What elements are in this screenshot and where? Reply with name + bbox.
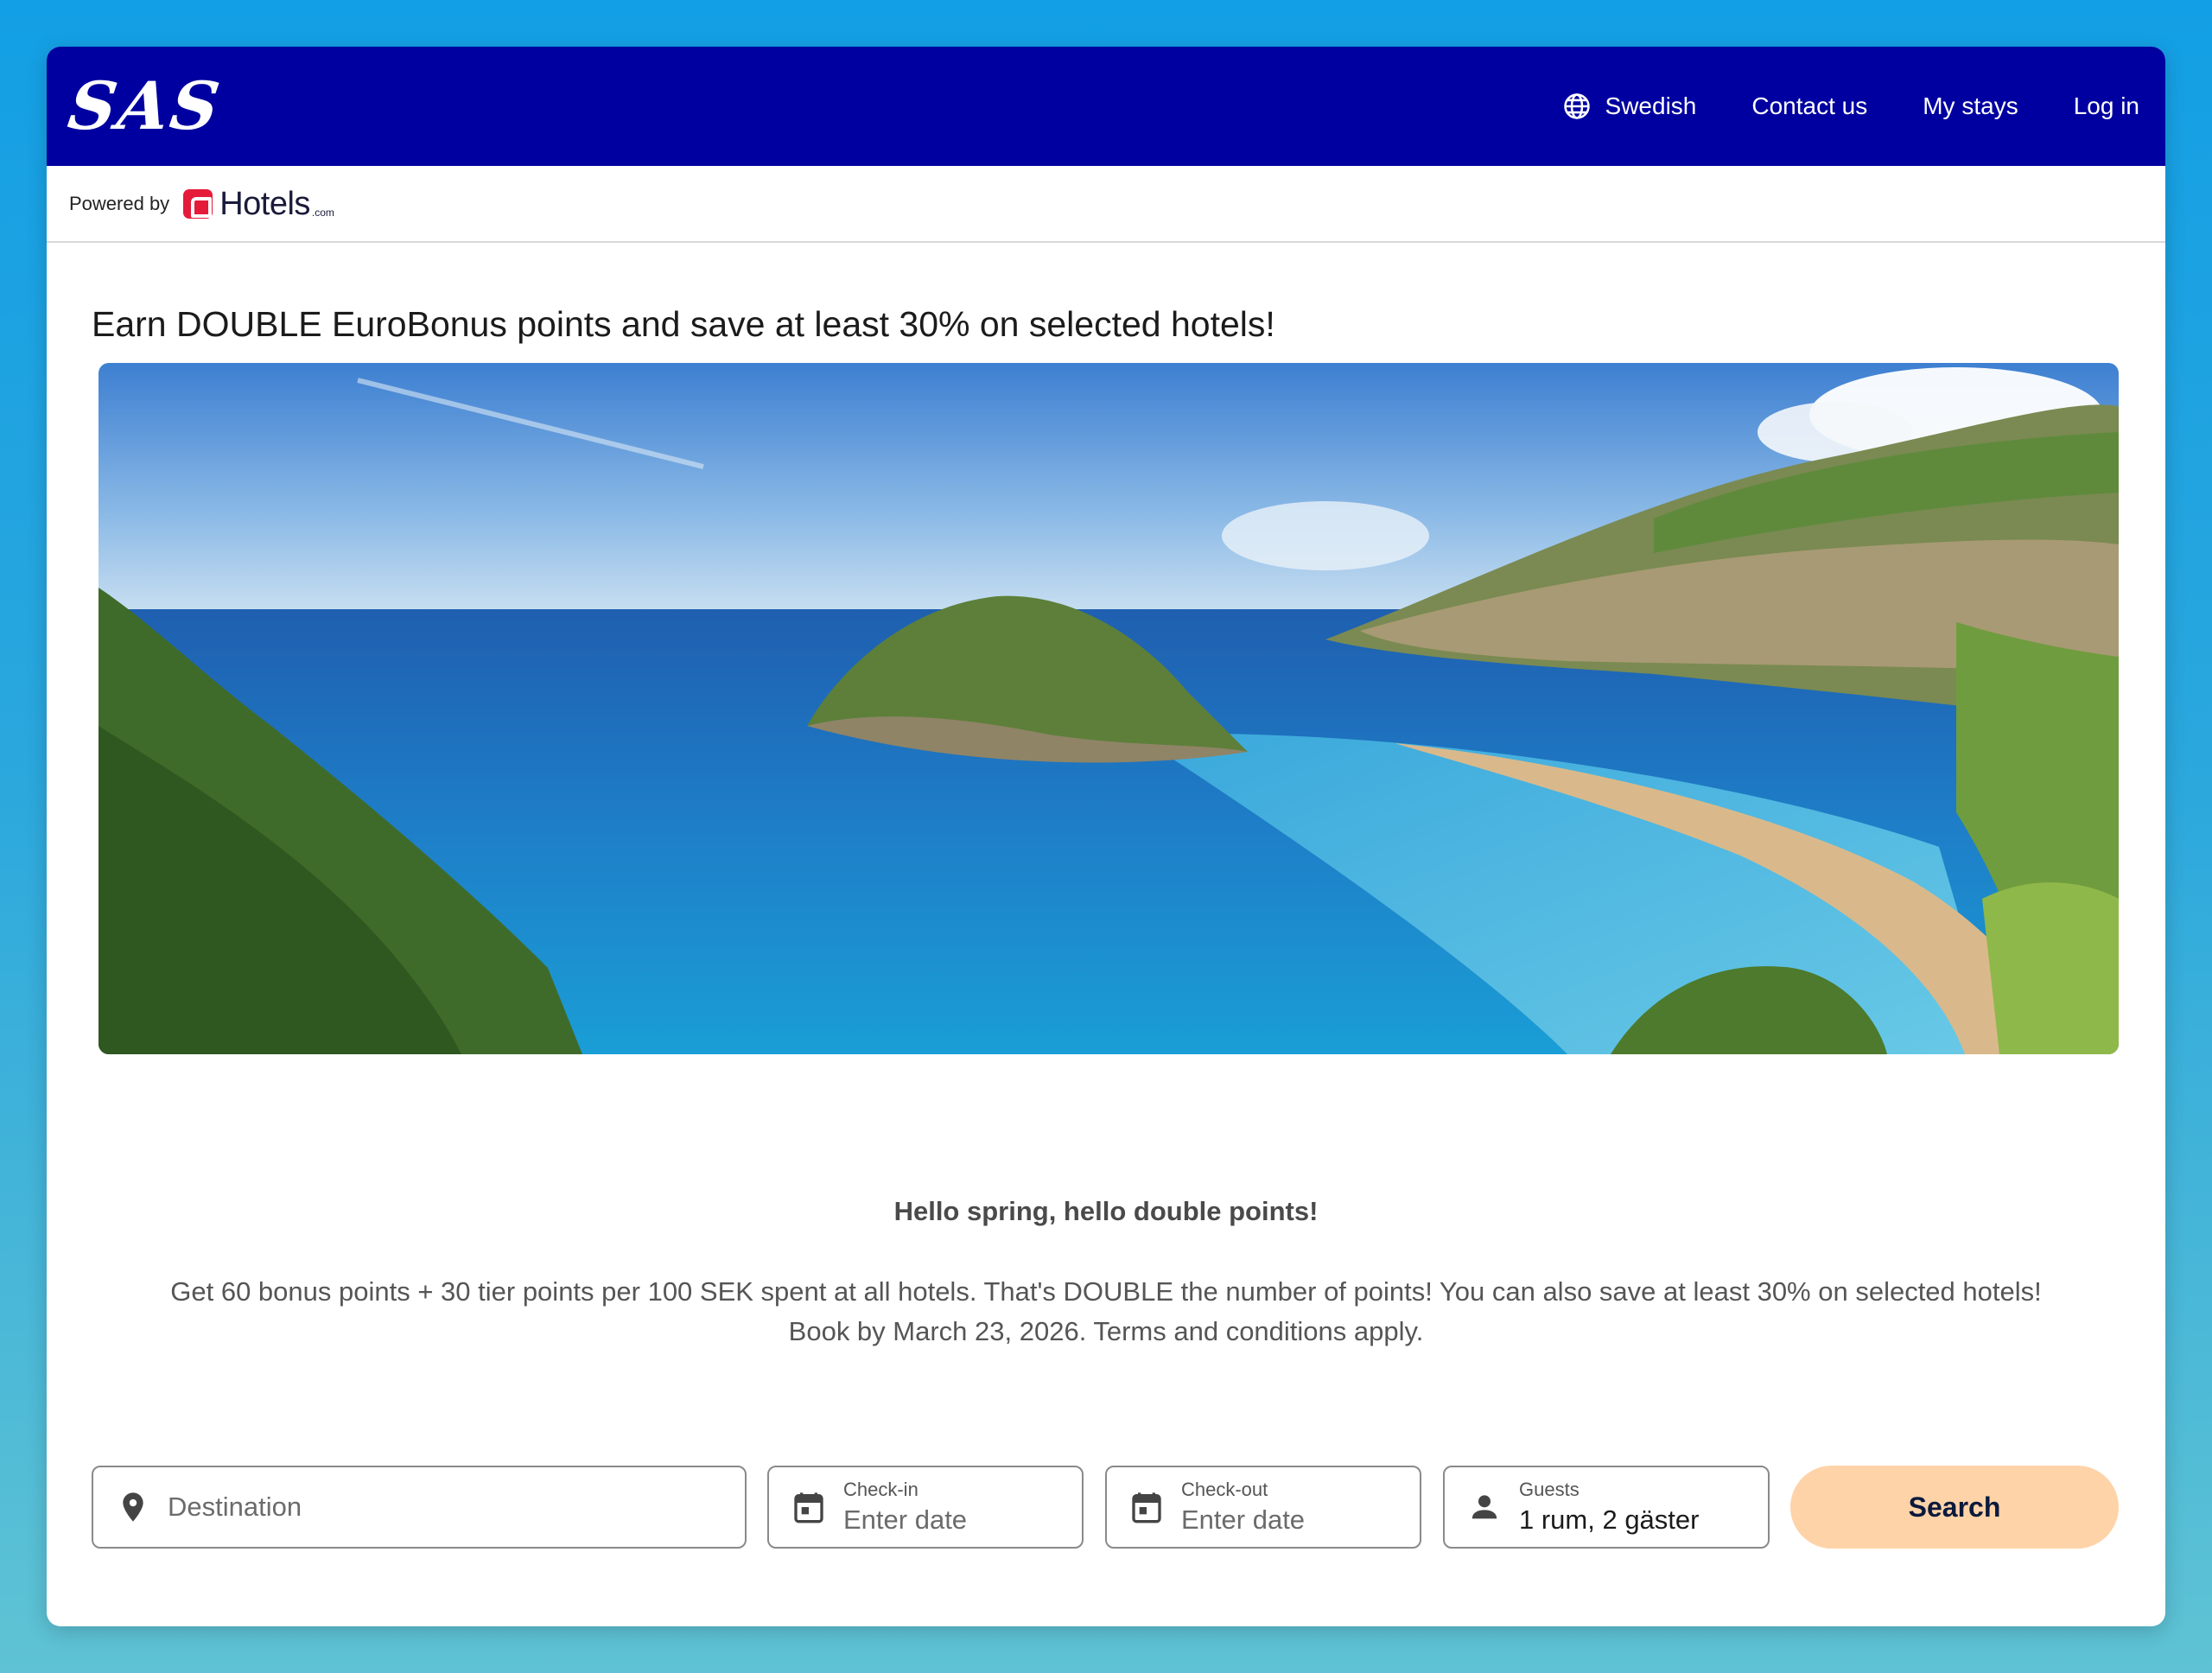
sas-logo[interactable]: SAS — [64, 67, 226, 144]
search-button[interactable]: Search — [1790, 1466, 2119, 1549]
language-label: Swedish — [1605, 92, 1697, 119]
check-out-placeholder: Enter date — [1181, 1504, 1306, 1535]
check-in-label: Check-in — [843, 1479, 918, 1500]
guests-label: Guests — [1519, 1479, 1580, 1500]
language-selector[interactable]: Swedish — [1562, 92, 1697, 121]
check-out-field[interactable]: Check-out Enter date — [1105, 1466, 1421, 1549]
coastal-bay-photo — [99, 363, 2119, 1054]
hotels-com-logo: Hotels .com — [183, 188, 334, 220]
powered-by-bar: Powered by Hotels .com — [47, 166, 2165, 243]
hotels-brand-text: Hotels — [219, 185, 310, 222]
check-out-text: Check-out Enter date — [1181, 1479, 1305, 1536]
site-header: SAS Swedish Contact us My stays Log in — [47, 47, 2165, 166]
calendar-icon — [1132, 1492, 1161, 1524]
page-headline: Earn DOUBLE EuroBonus points and save at… — [92, 304, 1275, 344]
contact-us-link[interactable]: Contact us — [1751, 92, 1867, 120]
guests-text: Guests 1 rum, 2 gäster — [1519, 1479, 1699, 1536]
promo-title: Hello spring, hello double points! — [893, 1196, 1319, 1226]
check-in-text: Check-in Enter date — [843, 1479, 967, 1536]
promo-text-line-1: Get 60 bonus points + 30 tier points per… — [170, 1276, 2042, 1307]
hotels-badge-icon — [183, 188, 213, 219]
check-out-label: Check-out — [1181, 1479, 1268, 1500]
powered-by-label: Powered by — [69, 192, 170, 214]
hero-image — [99, 363, 2119, 1054]
check-in-field[interactable]: Check-in Enter date — [767, 1466, 1084, 1549]
destination-placeholder: Destination — [168, 1492, 302, 1522]
browser-window: SAS Swedish Contact us My stays Log in P… — [47, 47, 2165, 1626]
person-icon — [1471, 1495, 1497, 1519]
hotels-brand-suffix: .com — [311, 206, 334, 219]
header-nav: Swedish Contact us My stays Log in — [1507, 47, 2139, 166]
log-in-link[interactable]: Log in — [2074, 92, 2139, 120]
globe-icon — [1563, 93, 1590, 119]
my-stays-link[interactable]: My stays — [1923, 92, 2018, 120]
calendar-icon — [794, 1492, 823, 1524]
check-in-placeholder: Enter date — [843, 1504, 968, 1535]
guests-field[interactable]: Guests 1 rum, 2 gäster — [1443, 1466, 1770, 1549]
promo-text-line-2: Book by March 23, 2026. Terms and condit… — [788, 1316, 1424, 1346]
promo-description: Get 60 bonus points + 30 tier points per… — [99, 1272, 2113, 1352]
guests-value: 1 rum, 2 gäster — [1519, 1504, 1700, 1535]
destination-field[interactable]: Destination — [92, 1466, 747, 1549]
location-pin-icon — [123, 1492, 143, 1522]
